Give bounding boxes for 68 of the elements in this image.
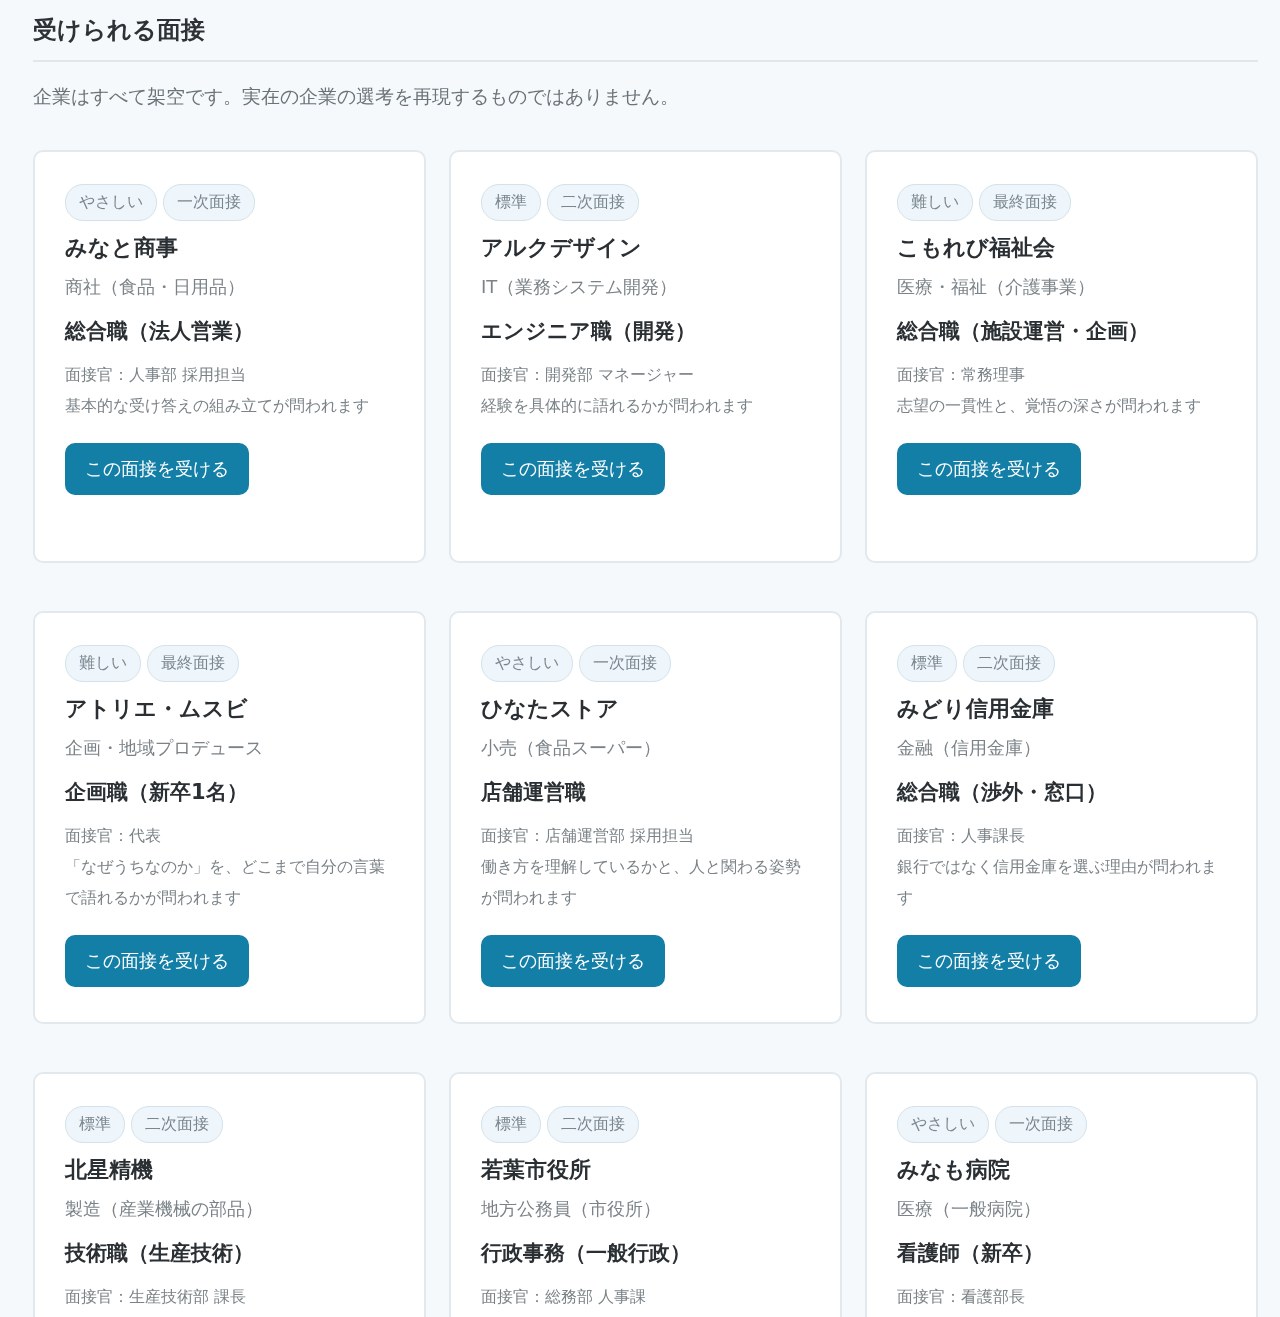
industry-text: 地方公務員（市役所） bbox=[481, 1197, 661, 1221]
focus-text: 働き方を理解しているかと、人と関わる姿勢が問われます bbox=[481, 856, 802, 909]
job-role: 総合職（法人営業） bbox=[65, 318, 254, 345]
job-role: 企画職（新卒1名） bbox=[65, 779, 248, 806]
take-interview-button[interactable]: この面接を受ける bbox=[65, 443, 249, 495]
company-name: こもれび福祉会 bbox=[897, 234, 1055, 262]
industry-text: 商社（食品・日用品） bbox=[65, 275, 245, 299]
take-interview-button[interactable]: この面接を受ける bbox=[65, 935, 249, 987]
industry-text: 企画・地域プロデュース bbox=[65, 736, 263, 760]
tag: 一次面接 bbox=[995, 1106, 1087, 1143]
job-role: 店舗運営職 bbox=[481, 779, 586, 806]
company-name: 若葉市役所 bbox=[481, 1156, 591, 1184]
industry-text: IT（業務システム開発） bbox=[481, 275, 678, 299]
job-role: 行政事務（一般行政） bbox=[481, 1240, 691, 1267]
tag: 二次面接 bbox=[547, 1106, 639, 1143]
focus-text: 「なぜうちなのか」を、どこまで自分の言葉で語れるかが問われます bbox=[65, 856, 386, 909]
tag: 一次面接 bbox=[579, 645, 671, 682]
company-name: みどり信用金庫 bbox=[897, 695, 1054, 723]
interviewer-text: 面接官：常務理事 bbox=[897, 364, 1025, 386]
interviewer-text: 面接官：生産技術部 課長 bbox=[65, 1286, 247, 1308]
take-interview-button[interactable]: この面接を受ける bbox=[897, 443, 1081, 495]
interviewer-text: 面接官：代表 bbox=[65, 825, 161, 847]
company-name: アルクデザイン bbox=[481, 234, 642, 262]
focus-text: 基本的な受け答えの組み立てが問われます bbox=[65, 395, 369, 417]
company-name: みなも病院 bbox=[897, 1156, 1010, 1184]
tag: 二次面接 bbox=[963, 645, 1055, 682]
interviewer-text: 面接官：開発部 マネージャー bbox=[481, 364, 695, 386]
tag: 標準 bbox=[481, 1106, 541, 1143]
take-interview-button[interactable]: この面接を受ける bbox=[481, 935, 665, 987]
tag: 難しい bbox=[897, 184, 973, 221]
tag: 最終面接 bbox=[979, 184, 1071, 221]
disclaimer-text: 企業はすべて架空です。実在の企業の選考を再現するものではありません。 bbox=[33, 84, 680, 109]
tag: やさしい bbox=[897, 1106, 989, 1143]
job-role: 技術職（生産技術） bbox=[65, 1240, 254, 1267]
page-title: 受けられる面接 bbox=[33, 14, 1258, 62]
interviewer-text: 面接官：総務部 人事課 bbox=[481, 1286, 647, 1308]
company-name: 北星精機 bbox=[65, 1156, 153, 1184]
tag: 難しい bbox=[65, 645, 141, 682]
job-role: 看護師（新卒） bbox=[897, 1240, 1044, 1267]
job-role: エンジニア職（開発） bbox=[481, 318, 696, 345]
focus-text: 志望の一貫性と、覚悟の深さが問われます bbox=[897, 395, 1201, 417]
industry-text: 金融（信用金庫） bbox=[897, 736, 1041, 760]
tag: やさしい bbox=[65, 184, 157, 221]
focus-text: 銀行ではなく信用金庫を選ぶ理由が問われます bbox=[897, 856, 1218, 909]
company-name: ひなたストア bbox=[481, 695, 619, 723]
company-name: みなと商事 bbox=[65, 234, 178, 262]
industry-text: 製造（産業機械の部品） bbox=[65, 1197, 263, 1221]
industry-text: 医療・福祉（介護事業） bbox=[897, 275, 1095, 299]
industry-text: 小売（食品スーパー） bbox=[481, 736, 661, 760]
interviewer-text: 面接官：人事部 採用担当 bbox=[65, 364, 247, 386]
job-role: 総合職（渉外・窓口） bbox=[897, 779, 1107, 806]
focus-text: 経験を具体的に語れるかが問われます bbox=[481, 395, 753, 417]
tag: 標準 bbox=[65, 1106, 125, 1143]
tag: 標準 bbox=[897, 645, 957, 682]
tag: 二次面接 bbox=[547, 184, 639, 221]
industry-text: 医療（一般病院） bbox=[897, 1197, 1041, 1221]
tag: やさしい bbox=[481, 645, 573, 682]
company-name: アトリエ・ムスビ bbox=[65, 695, 248, 723]
take-interview-button[interactable]: この面接を受ける bbox=[481, 443, 665, 495]
tag: 二次面接 bbox=[131, 1106, 223, 1143]
tag: 最終面接 bbox=[147, 645, 239, 682]
tag: 一次面接 bbox=[163, 184, 255, 221]
take-interview-button[interactable]: この面接を受ける bbox=[897, 935, 1081, 987]
job-role: 総合職（施設運営・企画） bbox=[897, 318, 1149, 345]
interviewer-text: 面接官：人事課長 bbox=[897, 825, 1025, 847]
interviewer-text: 面接官：看護部長 bbox=[897, 1286, 1025, 1308]
interviewer-text: 面接官：店舗運営部 採用担当 bbox=[481, 825, 695, 847]
tag: 標準 bbox=[481, 184, 541, 221]
